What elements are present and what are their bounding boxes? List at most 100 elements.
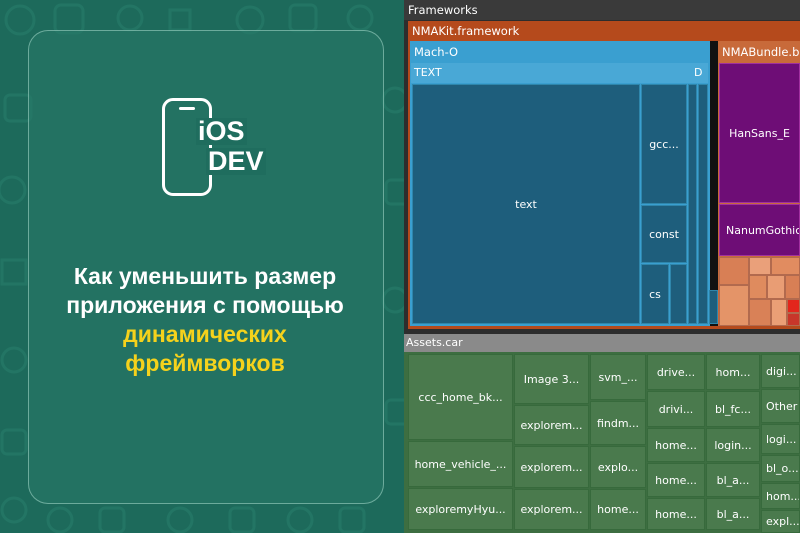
asset-cell: hom... [761, 483, 800, 509]
promo-panel: iOS DEV Как уменьшить размер приложения … [0, 0, 404, 533]
asset-label: bl_fc... [715, 402, 751, 416]
gcc-section-label: gcc... [649, 137, 679, 151]
asset-cell: home... [647, 498, 705, 530]
asset-cell: bl_o... [761, 455, 800, 482]
asset-cell: exploremyHyu... [408, 488, 513, 530]
phone-icon [162, 98, 212, 196]
asset-cell: explorem... [514, 489, 589, 530]
asset-cell: Other [761, 389, 800, 423]
asset-label: home... [655, 438, 697, 452]
assets-label: Assets.car [406, 336, 463, 349]
asset-cell: digi... [761, 354, 800, 388]
ios-dev-logo: iOS DEV [162, 98, 272, 198]
asset-label: findm... [596, 416, 640, 430]
asset-label: hom... [766, 489, 800, 503]
asset-cell: Image 3... [514, 354, 589, 404]
headline-line-1: Как уменьшить размер [73, 263, 337, 289]
asset-cell: svm_... [590, 354, 646, 400]
treemap-screenshot: Frameworks NMAKit.framework Mach-O TEXT … [404, 0, 800, 533]
tile [771, 299, 787, 326]
asset-cell: login... [706, 428, 760, 462]
cs-section-label: cs [649, 287, 661, 301]
const-section: const [641, 205, 687, 263]
bundle-tiles [719, 257, 800, 326]
asset-label: drivi... [658, 402, 694, 416]
tile [719, 257, 749, 285]
asset-cell: ccc_home_bk... [408, 354, 513, 440]
logo-text-dev: DEV [206, 146, 266, 176]
dark-strip-section [709, 290, 718, 324]
asset-label: explo... [597, 460, 639, 474]
asset-label: logi... [766, 432, 797, 446]
asset-cell: logi... [761, 424, 800, 454]
asset-cell: bl_fc... [706, 391, 760, 427]
asset-label: Image 3... [523, 372, 580, 386]
tile [787, 313, 800, 326]
asset-cell: findm... [590, 401, 646, 445]
asset-cell: home... [647, 428, 705, 462]
asset-label: svm_... [598, 370, 638, 384]
nanum-font: NanumGothic [719, 204, 800, 256]
asset-cell: expl... [761, 510, 800, 533]
text-section: text [412, 84, 640, 324]
headline-line-2: приложения с помощью [66, 292, 344, 318]
tile [749, 299, 771, 326]
headline-line-3: динамических [123, 321, 287, 347]
asset-cell: explorem... [514, 405, 589, 445]
nmakit-label: NMAKit.framework [412, 24, 520, 38]
asset-cell: home... [590, 489, 646, 530]
macho-label: Mach-O [414, 45, 459, 59]
hansans-font: HanSans_E [719, 63, 800, 203]
asset-cell: bl_a... [706, 463, 760, 497]
asset-label: expl... [766, 515, 800, 528]
small-section-1 [670, 264, 687, 324]
tile [787, 299, 800, 313]
asset-label: bl_a... [716, 473, 750, 487]
tile [785, 275, 800, 299]
asset-label: home... [655, 507, 697, 521]
hansans-label: HanSans_E [729, 126, 790, 140]
asset-cell: explorem... [514, 446, 589, 488]
asset-label: home_vehicle_... [414, 457, 507, 471]
frameworks-header: Frameworks [404, 0, 800, 20]
tile [771, 257, 800, 275]
asset-label: explorem... [520, 460, 583, 474]
small-section-2 [688, 84, 697, 324]
asset-cell: drivi... [647, 391, 705, 427]
tile [749, 257, 771, 275]
headline: Как уменьшить размер приложения с помощь… [30, 262, 380, 378]
asset-label: drive... [656, 365, 696, 379]
asset-cell: bl_a... [706, 498, 760, 530]
cs-section: cs [641, 264, 669, 324]
gcc-section: gcc... [641, 84, 687, 204]
asset-label: explorem... [520, 418, 583, 432]
text-section-label: text [515, 197, 537, 211]
asset-label: ccc_home_bk... [418, 390, 503, 404]
tile [767, 275, 785, 299]
asset-label: Other [766, 399, 798, 413]
nmabundle-label: NMABundle.bu [722, 45, 800, 59]
small-section-3 [698, 84, 708, 324]
text-segment: TEXT D [411, 63, 708, 83]
asset-cell: explo... [590, 446, 646, 488]
text-segment-label: TEXT [414, 66, 442, 79]
nanum-label: NanumGothic [726, 223, 800, 237]
asset-label: home... [655, 473, 697, 487]
asset-label: hom... [715, 365, 751, 379]
asset-label: home... [597, 503, 639, 516]
dark-strip [710, 41, 718, 326]
asset-cell: home_vehicle_... [408, 441, 513, 487]
asset-label: explorem... [520, 503, 583, 516]
frameworks-label: Frameworks [408, 3, 478, 17]
logo-text-ios: iOS [196, 116, 247, 146]
tile [749, 275, 767, 299]
asset-label: bl_o... [766, 462, 799, 475]
const-section-label: const [649, 227, 679, 241]
d-segment-label: D [694, 66, 703, 79]
tile [719, 285, 749, 326]
asset-label: bl_a... [716, 507, 750, 521]
assets-header: Assets.car [404, 334, 800, 352]
asset-label: digi... [766, 364, 797, 378]
asset-cell: drive... [647, 354, 705, 390]
headline-line-4: фреймворков [125, 350, 285, 376]
